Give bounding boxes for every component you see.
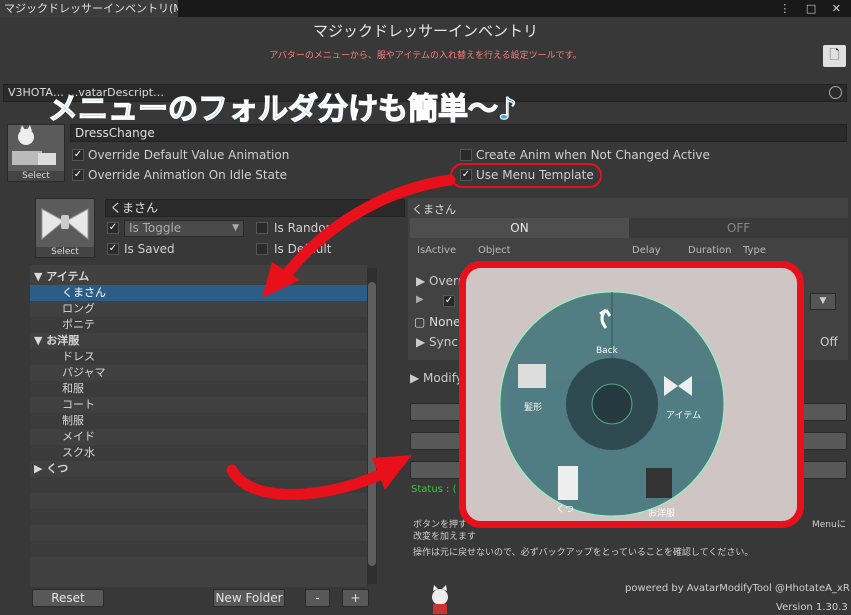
arrow-head-bottom <box>372 455 412 490</box>
radial-back-label: Back <box>596 346 618 356</box>
radial-clothes-label: お洋服 <box>648 509 676 519</box>
radial-menu-graphic <box>499 291 725 517</box>
radial-shoes-label: くつ <box>556 505 575 515</box>
radial-menu-preview: Back 髪形 アイテム くつ お洋服 <box>459 261 804 528</box>
arrow-curve-top <box>276 174 456 286</box>
radial-hair-label: 髪形 <box>524 403 543 413</box>
arrow-curve-bottom <box>226 464 396 500</box>
radial-item-label: アイテム <box>666 411 702 421</box>
